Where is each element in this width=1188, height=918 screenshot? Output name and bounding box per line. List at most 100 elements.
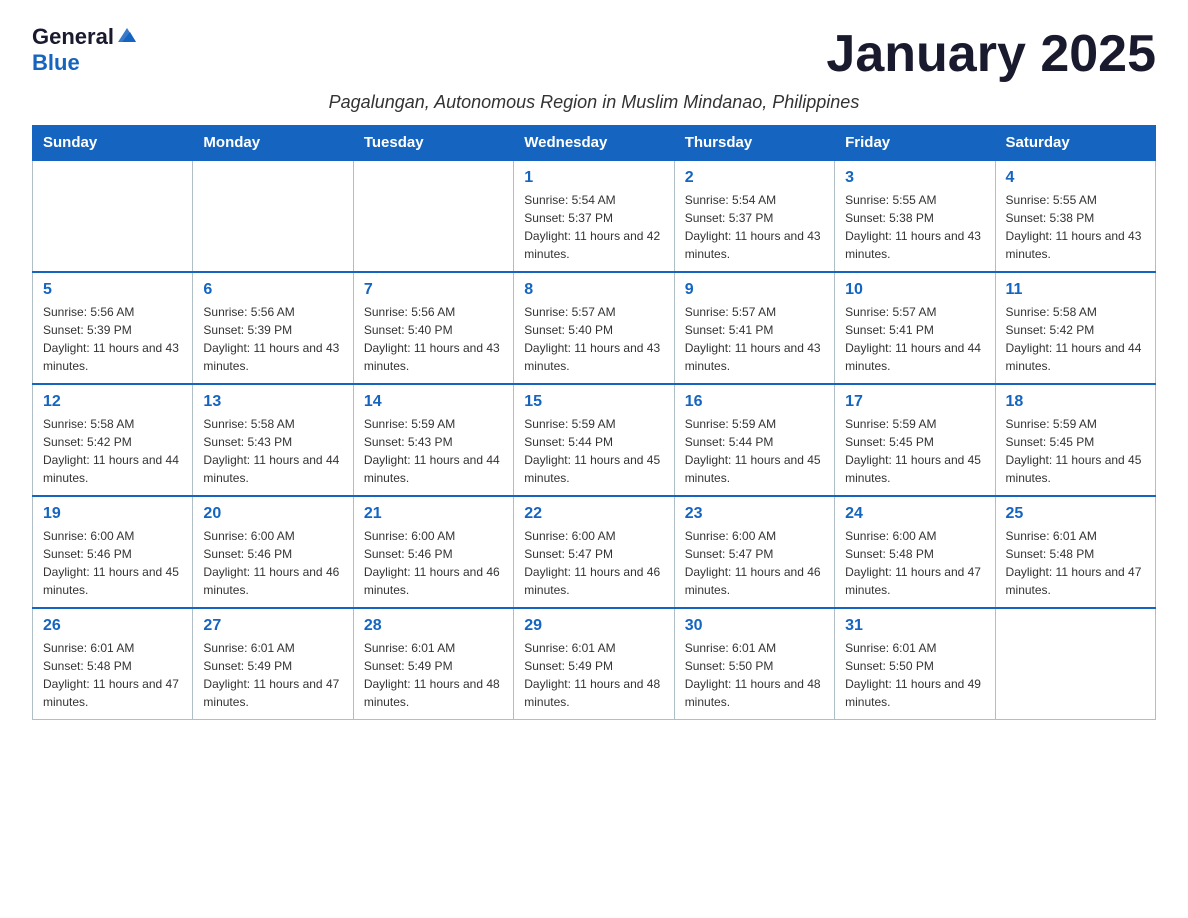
calendar-cell: 8 Sunrise: 5:57 AMSunset: 5:40 PMDaylight… <box>514 272 674 384</box>
day-number: 14 <box>364 393 503 411</box>
day-number: 4 <box>1006 169 1145 187</box>
logo-blue: Blue <box>32 50 80 76</box>
day-info: Sunrise: 6:01 AMSunset: 5:50 PMDaylight:… <box>685 639 824 711</box>
calendar-cell: 3Sunrise: 5:55 AMSunset: 5:38 PMDaylight… <box>835 160 995 272</box>
day-info: Sunrise: 5:59 AMSunset: 5:43 PMDaylight:… <box>364 415 503 487</box>
week-row-2: 5 Sunrise: 5:56 AMSunset: 5:39 PMDaylight… <box>33 272 1156 384</box>
calendar-cell: 10 Sunrise: 5:57 AMSunset: 5:41 PMDayligh… <box>835 272 995 384</box>
calendar-cell: 24Sunrise: 6:00 AMSunset: 5:48 PMDayligh… <box>835 496 995 608</box>
day-number: 2 <box>685 169 824 187</box>
day-number: 15 <box>524 393 663 411</box>
day-number: 21 <box>364 505 503 523</box>
calendar-cell: 31 Sunrise: 6:01 AMSunset: 5:50 PMDayligh… <box>835 608 995 720</box>
day-number: 30 <box>685 617 824 635</box>
day-number: 18 <box>1006 393 1145 411</box>
day-number: 3 <box>845 169 984 187</box>
day-number: 23 <box>685 505 824 523</box>
calendar-cell: 16 Sunrise: 5:59 AMSunset: 5:44 PMDayligh… <box>674 384 834 496</box>
calendar-cell: 17 Sunrise: 5:59 AMSunset: 5:45 PMDayligh… <box>835 384 995 496</box>
day-info: Sunrise: 5:59 AMSunset: 5:45 PMDaylight:… <box>1006 415 1145 487</box>
day-number: 7 <box>364 281 503 299</box>
column-header-monday: Monday <box>193 126 353 161</box>
calendar-cell: 30 Sunrise: 6:01 AMSunset: 5:50 PMDayligh… <box>674 608 834 720</box>
calendar-cell: 12 Sunrise: 5:58 AMSunset: 5:42 PMDayligh… <box>33 384 193 496</box>
day-info: Sunrise: 5:57 AMSunset: 5:41 PMDaylight:… <box>685 303 824 375</box>
day-number: 8 <box>524 281 663 299</box>
month-title: January 2025 <box>826 24 1156 84</box>
calendar-cell: 22 Sunrise: 6:00 AMSunset: 5:47 PMDayligh… <box>514 496 674 608</box>
day-info: Sunrise: 5:58 AMSunset: 5:42 PMDaylight:… <box>1006 303 1145 375</box>
day-info: Sunrise: 5:56 AMSunset: 5:40 PMDaylight:… <box>364 303 503 375</box>
day-info: Sunrise: 5:55 AMSunset: 5:38 PMDaylight:… <box>1006 191 1145 263</box>
column-header-sunday: Sunday <box>33 126 193 161</box>
day-info: Sunrise: 5:58 AMSunset: 5:43 PMDaylight:… <box>203 415 342 487</box>
day-info: Sunrise: 6:01 AMSunset: 5:48 PMDaylight:… <box>43 639 182 711</box>
day-number: 25 <box>1006 505 1145 523</box>
day-info: Sunrise: 5:57 AMSunset: 5:40 PMDaylight:… <box>524 303 663 375</box>
day-number: 19 <box>43 505 182 523</box>
calendar-cell: 7 Sunrise: 5:56 AMSunset: 5:40 PMDaylight… <box>353 272 513 384</box>
day-info: Sunrise: 6:00 AMSunset: 5:46 PMDaylight:… <box>364 527 503 599</box>
calendar-body: 1 Sunrise: 5:54 AMSunset: 5:37 PMDaylight… <box>33 160 1156 720</box>
calendar-cell <box>193 160 353 272</box>
day-number: 22 <box>524 505 663 523</box>
day-info: Sunrise: 5:54 AMSunset: 5:37 PMDaylight:… <box>685 191 824 263</box>
day-number: 6 <box>203 281 342 299</box>
calendar-cell: 27 Sunrise: 6:01 AMSunset: 5:49 PMDayligh… <box>193 608 353 720</box>
day-number: 27 <box>203 617 342 635</box>
day-info: Sunrise: 6:01 AMSunset: 5:48 PMDaylight:… <box>1006 527 1145 599</box>
day-info: Sunrise: 5:56 AMSunset: 5:39 PMDaylight:… <box>203 303 342 375</box>
calendar-cell: 29Sunrise: 6:01 AMSunset: 5:49 PMDayligh… <box>514 608 674 720</box>
calendar-cell: 26Sunrise: 6:01 AMSunset: 5:48 PMDayligh… <box>33 608 193 720</box>
calendar-cell <box>995 608 1155 720</box>
calendar-cell: 14 Sunrise: 5:59 AMSunset: 5:43 PMDayligh… <box>353 384 513 496</box>
calendar: SundayMondayTuesdayWednesdayThursdayFrid… <box>32 125 1156 720</box>
day-info: Sunrise: 5:59 AMSunset: 5:44 PMDaylight:… <box>524 415 663 487</box>
day-info: Sunrise: 5:54 AMSunset: 5:37 PMDaylight:… <box>524 191 663 263</box>
calendar-cell: 25 Sunrise: 6:01 AMSunset: 5:48 PMDayligh… <box>995 496 1155 608</box>
week-row-3: 12 Sunrise: 5:58 AMSunset: 5:42 PMDayligh… <box>33 384 1156 496</box>
calendar-cell: 23 Sunrise: 6:00 AMSunset: 5:47 PMDayligh… <box>674 496 834 608</box>
calendar-header: SundayMondayTuesdayWednesdayThursdayFrid… <box>33 126 1156 161</box>
day-info: Sunrise: 6:01 AMSunset: 5:49 PMDaylight:… <box>203 639 342 711</box>
day-number: 1 <box>524 169 663 187</box>
day-number: 28 <box>364 617 503 635</box>
calendar-cell: 1 Sunrise: 5:54 AMSunset: 5:37 PMDaylight… <box>514 160 674 272</box>
week-row-1: 1 Sunrise: 5:54 AMSunset: 5:37 PMDaylight… <box>33 160 1156 272</box>
column-header-friday: Friday <box>835 126 995 161</box>
calendar-cell: 19 Sunrise: 6:00 AMSunset: 5:46 PMDayligh… <box>33 496 193 608</box>
calendar-cell: 5 Sunrise: 5:56 AMSunset: 5:39 PMDaylight… <box>33 272 193 384</box>
day-info: Sunrise: 6:00 AMSunset: 5:46 PMDaylight:… <box>203 527 342 599</box>
day-number: 31 <box>845 617 984 635</box>
day-info: Sunrise: 6:00 AMSunset: 5:47 PMDaylight:… <box>685 527 824 599</box>
day-number: 17 <box>845 393 984 411</box>
calendar-cell: 11Sunrise: 5:58 AMSunset: 5:42 PMDayligh… <box>995 272 1155 384</box>
calendar-cell <box>33 160 193 272</box>
calendar-cell: 9Sunrise: 5:57 AMSunset: 5:41 PMDaylight… <box>674 272 834 384</box>
calendar-cell: 20Sunrise: 6:00 AMSunset: 5:46 PMDayligh… <box>193 496 353 608</box>
day-info: Sunrise: 6:01 AMSunset: 5:49 PMDaylight:… <box>364 639 503 711</box>
day-info: Sunrise: 5:59 AMSunset: 5:45 PMDaylight:… <box>845 415 984 487</box>
day-info: Sunrise: 6:00 AMSunset: 5:47 PMDaylight:… <box>524 527 663 599</box>
calendar-cell: 13Sunrise: 5:58 AMSunset: 5:43 PMDayligh… <box>193 384 353 496</box>
day-number: 16 <box>685 393 824 411</box>
column-header-tuesday: Tuesday <box>353 126 513 161</box>
day-info: Sunrise: 5:56 AMSunset: 5:39 PMDaylight:… <box>43 303 182 375</box>
calendar-cell: 15 Sunrise: 5:59 AMSunset: 5:44 PMDayligh… <box>514 384 674 496</box>
day-number: 24 <box>845 505 984 523</box>
day-number: 5 <box>43 281 182 299</box>
day-info: Sunrise: 6:01 AMSunset: 5:50 PMDaylight:… <box>845 639 984 711</box>
logo: General Blue <box>32 24 138 76</box>
logo-icon <box>116 24 138 46</box>
column-header-thursday: Thursday <box>674 126 834 161</box>
day-number: 12 <box>43 393 182 411</box>
day-info: Sunrise: 5:59 AMSunset: 5:44 PMDaylight:… <box>685 415 824 487</box>
logo-general: General <box>32 24 114 50</box>
day-info: Sunrise: 5:57 AMSunset: 5:41 PMDaylight:… <box>845 303 984 375</box>
column-header-saturday: Saturday <box>995 126 1155 161</box>
header-row: SundayMondayTuesdayWednesdayThursdayFrid… <box>33 126 1156 161</box>
calendar-cell: 18 Sunrise: 5:59 AMSunset: 5:45 PMDayligh… <box>995 384 1155 496</box>
day-info: Sunrise: 6:00 AMSunset: 5:46 PMDaylight:… <box>43 527 182 599</box>
day-info: Sunrise: 5:58 AMSunset: 5:42 PMDaylight:… <box>43 415 182 487</box>
day-number: 10 <box>845 281 984 299</box>
